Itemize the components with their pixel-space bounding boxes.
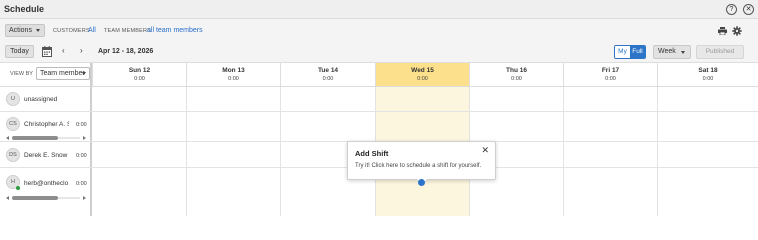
team-members-filter[interactable]: all team members: [147, 27, 203, 34]
name-scrollbar[interactable]: [6, 196, 86, 200]
day-hours: 0:00: [605, 76, 616, 82]
view-select-label: Week: [658, 48, 676, 55]
day-name: Tue 14: [317, 67, 339, 74]
chevron-left-icon[interactable]: ‹: [62, 46, 65, 55]
popover-body[interactable]: Try it! Click here to schedule a shift f…: [355, 163, 481, 169]
scroll-left-icon[interactable]: [6, 196, 9, 200]
close-icon[interactable]: ✕: [481, 146, 489, 155]
member-cell: U unassigned: [0, 87, 92, 111]
member-cell: CS Christopher A. S 0:00: [0, 112, 92, 141]
schedule-scope-toggle: My Full: [614, 45, 646, 59]
day-hours: 0:00: [511, 76, 522, 82]
scroll-left-icon[interactable]: [6, 136, 9, 140]
day-hours: 0:00: [322, 76, 334, 82]
member-name: Derek E. Snow: [24, 152, 68, 159]
today-button[interactable]: Today: [5, 45, 34, 58]
filter-toolbar: Actions CUSTOMERS All TEAM MEMBERS all t…: [0, 19, 758, 41]
view-by-header: VIEW BY Team member: [0, 63, 92, 87]
day-hours: 0:00: [417, 76, 428, 82]
member-row-christopher[interactable]: CS Christopher A. S 0:00: [0, 112, 758, 142]
member-hours: 0:00: [76, 181, 87, 187]
day-name: Wed 15: [411, 67, 434, 74]
customers-filter[interactable]: All: [88, 27, 96, 34]
calendar-icon[interactable]: [42, 46, 52, 57]
chevron-down-icon: [36, 29, 40, 32]
day-hours: 0:00: [228, 76, 239, 82]
chevron-down-icon: [82, 72, 86, 75]
schedule-grid: VIEW BY Team member Sun 12 0:00 Mon 13 0…: [0, 63, 758, 216]
scroll-right-icon[interactable]: [83, 136, 86, 140]
gear-icon[interactable]: [732, 26, 742, 36]
chevron-right-icon[interactable]: ›: [80, 46, 83, 55]
avatar: CS: [6, 117, 20, 131]
help-icon[interactable]: ?: [726, 4, 737, 15]
name-scrollbar[interactable]: [6, 136, 86, 140]
full-schedule-button[interactable]: Full: [630, 46, 645, 58]
member-cell: H herb@ontheclo 0:00: [0, 168, 92, 216]
window-title: Schedule: [4, 4, 45, 14]
view-by-value: Team member: [40, 70, 85, 77]
scroll-right-icon[interactable]: [83, 196, 86, 200]
day-header-tue[interactable]: Tue 14 0:00: [280, 63, 375, 87]
actions-button[interactable]: Actions: [5, 24, 45, 37]
popover-title: Add Shift: [355, 149, 389, 158]
customers-label: CUSTOMERS: [53, 28, 90, 34]
view-select[interactable]: Week: [653, 45, 691, 59]
day-header-sat[interactable]: Sat 18 0:00: [657, 63, 758, 87]
column-divider: [563, 87, 564, 216]
column-divider: [280, 87, 281, 216]
member-hours: 0:00: [76, 122, 87, 128]
online-status-dot: [16, 186, 20, 190]
add-shift-beacon[interactable]: [418, 179, 425, 186]
chevron-down-icon: [681, 51, 685, 54]
column-divider: [657, 87, 658, 216]
actions-label: Actions: [9, 27, 32, 34]
member-hours: 0:00: [76, 153, 87, 159]
scroll-thumb[interactable]: [12, 136, 58, 140]
day-name: Sat 18: [698, 67, 718, 74]
day-name: Fri 17: [601, 67, 620, 74]
date-range: Apr 12 - 18, 2026: [98, 48, 154, 55]
scroll-thumb[interactable]: [12, 196, 58, 200]
day-name: Sun 12: [128, 67, 151, 74]
view-by-select[interactable]: Team member: [36, 67, 90, 80]
date-toolbar: Today ‹ › Apr 12 - 18, 2026 My Full Week…: [0, 41, 758, 63]
day-header-wed[interactable]: Wed 15 0:00: [375, 63, 469, 87]
member-name: Christopher A. S: [24, 121, 69, 128]
day-name: Mon 13: [222, 67, 245, 74]
my-schedule-button[interactable]: My: [615, 46, 630, 58]
team-members-label: TEAM MEMBERS: [104, 28, 152, 34]
title-bar: Schedule ? ✕: [0, 0, 758, 19]
avatar: DS: [6, 148, 20, 162]
close-icon[interactable]: ✕: [743, 4, 754, 15]
view-by-label: VIEW BY: [10, 71, 33, 77]
print-icon[interactable]: [718, 27, 727, 35]
published-button: Published: [696, 45, 744, 59]
day-header-mon[interactable]: Mon 13 0:00: [186, 63, 280, 87]
column-divider: [186, 87, 187, 216]
add-shift-popover[interactable]: Add Shift ✕ Try it! Click here to schedu…: [347, 141, 496, 186]
member-name: unassigned: [24, 96, 58, 103]
member-cell: DS Derek E. Snow 0:00: [0, 142, 92, 167]
member-row-unassigned[interactable]: U unassigned: [0, 87, 758, 112]
day-name: Thu 16: [506, 67, 527, 74]
day-hours: 0:00: [702, 76, 714, 82]
day-header-thu[interactable]: Thu 16 0:00: [469, 63, 563, 87]
day-header-sun[interactable]: Sun 12 0:00: [92, 63, 186, 87]
day-hours: 0:00: [134, 76, 145, 82]
member-name: herb@ontheclo: [24, 180, 69, 187]
avatar: U: [6, 92, 20, 106]
day-header-fri[interactable]: Fri 17 0:00: [563, 63, 657, 87]
